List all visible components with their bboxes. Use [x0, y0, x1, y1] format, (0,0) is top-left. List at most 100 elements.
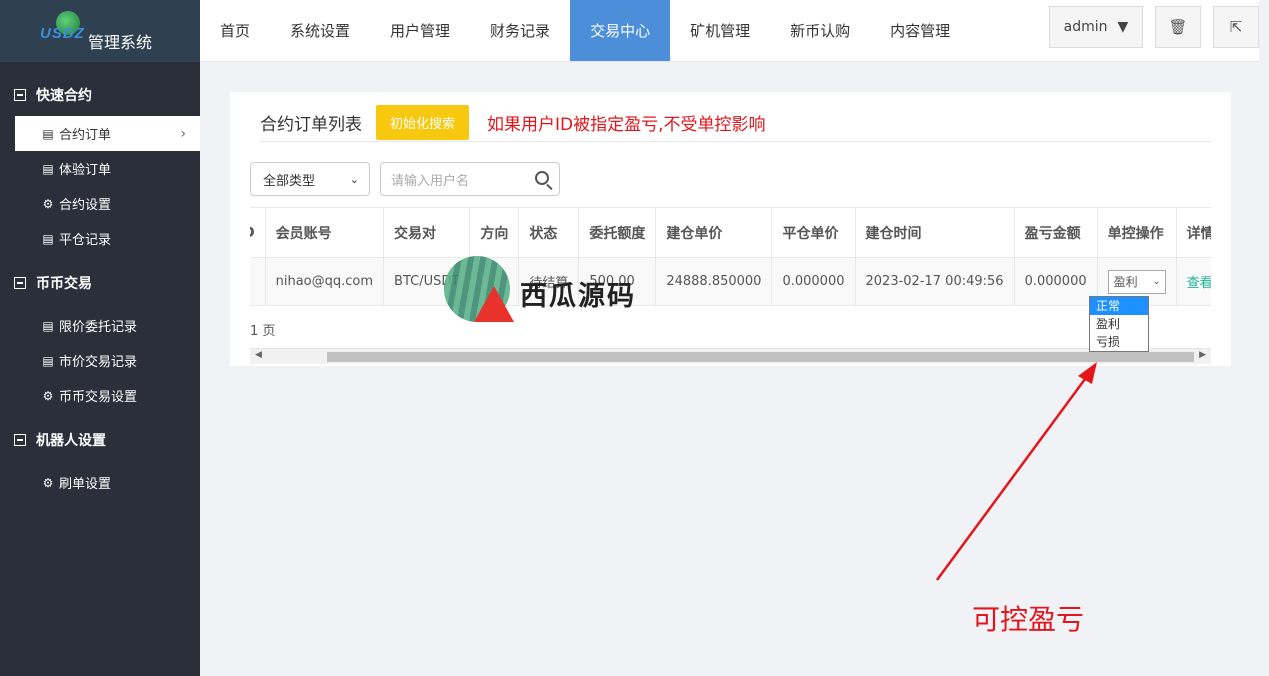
sidebar-item-label: 限价委托记录 [59, 320, 138, 335]
list-icon: ▤ [42, 126, 54, 141]
collapse-icon [14, 277, 26, 289]
gear-icon: ⚙ [42, 475, 54, 490]
col-amount: 委托额度 [578, 207, 657, 258]
cell-open-time: 2023-02-17 00:49:56 [854, 257, 1015, 306]
pagination-info: 1 页 [250, 324, 276, 339]
logo-mark: USDZ [40, 11, 92, 51]
tab-miner-management[interactable]: 矿机管理 [670, 0, 770, 61]
top-nav: 首页 系统设置 用户管理 财务记录 交易中心 矿机管理 新币认购 内容管理 ad… [200, 0, 1259, 62]
sidebar-item-label: 体验订单 [59, 163, 112, 178]
caret-down-icon: ▼ [1117, 19, 1129, 35]
col-status: 状态 [518, 207, 580, 258]
cell-open-price: 24888.850000 [655, 257, 773, 306]
panel-header: 合约订单列表 初始化搜索 如果用户ID被指定盈亏,不受单控影响 [260, 104, 1211, 142]
sidebar-group-label: 币币交易 [36, 276, 92, 292]
orders-table-container: D 会员账号 交易对 方向 状态 委托额度 建仓单价 平仓单价 建仓时间 盈亏金… [250, 207, 1211, 307]
col-pnl: 盈亏金额 [1013, 207, 1098, 258]
cell-pnl: 0.000000 [1013, 257, 1098, 306]
chevron-down-icon: ⌄ [1152, 276, 1161, 287]
sidebar-item-label: 合约设置 [59, 198, 112, 213]
cell-id [250, 257, 266, 306]
user-name: admin [1063, 19, 1108, 35]
search-placeholder: 请输入用户名 [391, 173, 470, 189]
list-icon: ▤ [42, 161, 54, 176]
logout-icon: ⇱ [1229, 18, 1243, 36]
watermelon-slice-icon [474, 286, 514, 322]
gear-icon: ⚙ [42, 388, 54, 403]
cell-close-price: 0.000000 [771, 257, 856, 306]
sidebar-item-label: 合约订单 [59, 128, 112, 143]
sidebar-item-limit-orders[interactable]: ▤ 限价委托记录 [0, 308, 200, 343]
tab-system-settings[interactable]: 系统设置 [270, 0, 370, 61]
sidebar-item-label: 平仓记录 [59, 233, 112, 248]
type-filter-value: 全部类型 [263, 173, 316, 189]
sidebar-group-robot[interactable]: 机器人设置 [0, 419, 200, 461]
orders-table: D 会员账号 交易对 方向 状态 委托额度 建仓单价 平仓单价 建仓时间 盈亏金… [250, 207, 1211, 306]
logo-mark-text: USDZ [40, 25, 85, 42]
collapse-icon [14, 89, 26, 101]
orders-panel: 合约订单列表 初始化搜索 如果用户ID被指定盈亏,不受单控影响 全部类型 ⌄ 请… [230, 92, 1231, 366]
reset-search-button[interactable]: 初始化搜索 [376, 105, 470, 140]
warning-text: 如果用户ID被指定盈亏,不受单控影响 [487, 115, 766, 135]
sidebar-group-coin-trade[interactable]: 币币交易 [0, 262, 200, 304]
sidebar-item-bot-settings[interactable]: ⚙ 刷单设置 [0, 465, 200, 500]
sidebar-item-contract-settings[interactable]: ⚙ 合约设置 [0, 186, 200, 221]
sidebar-item-contract-orders[interactable]: ▤ 合约订单 › [15, 116, 200, 151]
table-header-row: D 会员账号 交易对 方向 状态 委托额度 建仓单价 平仓单价 建仓时间 盈亏金… [250, 207, 1211, 258]
tab-trading-center[interactable]: 交易中心 [570, 0, 671, 61]
scroll-left-icon[interactable]: ◀ [255, 350, 262, 360]
table-row: nihao@qq.com BTC/USDT 待结算 500.00 24888.8… [250, 257, 1211, 306]
sidebar-item-label: 刷单设置 [59, 477, 112, 492]
logo-title: 管理系统 [88, 33, 153, 52]
tab-content-management[interactable]: 内容管理 [870, 0, 970, 61]
col-pair: 交易对 [383, 207, 471, 258]
list-icon: ▤ [42, 231, 54, 246]
col-id: D [250, 207, 266, 258]
col-close-price: 平仓单价 [771, 207, 856, 258]
chevron-down-icon: ⌄ [349, 172, 359, 186]
sidebar-item-label: 市价交易记录 [59, 355, 138, 370]
dropdown-option-normal[interactable]: 正常 [1090, 297, 1148, 315]
view-detail-link[interactable]: 查看 [1187, 276, 1211, 291]
list-icon: ▤ [42, 353, 54, 368]
control-select[interactable]: 盈利 ⌄ [1107, 269, 1166, 294]
control-select-value: 盈利 [1113, 275, 1138, 289]
chevron-right-icon: › [180, 125, 186, 142]
control-dropdown-list: 正常 盈利 亏损 [1089, 296, 1149, 352]
dropdown-option-loss[interactable]: 亏损 [1090, 333, 1148, 351]
search-icon[interactable] [535, 171, 549, 185]
logo: USDZ 管理系统 [0, 0, 200, 62]
clear-cache-button[interactable]: 🗑 [1155, 6, 1201, 48]
watermark: 西瓜源码 [440, 254, 650, 329]
scroll-thumb[interactable] [327, 352, 1194, 362]
dropdown-option-profit[interactable]: 盈利 [1090, 315, 1148, 333]
scroll-right-icon[interactable]: ▶ [1199, 350, 1206, 360]
list-icon: ▤ [42, 318, 54, 333]
sidebar-item-market-trades[interactable]: ▤ 市价交易记录 [0, 343, 200, 378]
tab-new-coin-subscription[interactable]: 新币认购 [770, 0, 870, 61]
tab-home[interactable]: 首页 [200, 0, 270, 61]
col-open-time: 建仓时间 [854, 207, 1015, 258]
horizontal-scrollbar[interactable]: ◀ ▶ [250, 348, 1211, 364]
type-filter-select[interactable]: 全部类型 ⌄ [250, 162, 370, 196]
col-account: 会员账号 [264, 207, 385, 258]
gear-icon: ⚙ [42, 196, 54, 211]
sidebar-item-trial-orders[interactable]: ▤ 体验订单 [0, 151, 200, 186]
cell-account: nihao@qq.com [264, 257, 385, 306]
user-menu-button[interactable]: admin ▼ [1049, 6, 1143, 48]
sidebar-group-contract[interactable]: 快速合约 [0, 74, 200, 116]
sidebar-item-coin-settings[interactable]: ⚙ 币币交易设置 [0, 378, 200, 413]
col-direction: 方向 [469, 207, 520, 258]
page-title: 合约订单列表 [260, 115, 362, 135]
trash-icon: 🗑 [1168, 18, 1188, 36]
col-detail: 详情 [1175, 207, 1211, 258]
tab-finance-records[interactable]: 财务记录 [470, 0, 570, 61]
sidebar: USDZ 管理系统 快速合约 ▤ 合约订单 › ▤ 体验订单 ⚙ 合约设置 ▤ … [0, 0, 200, 676]
sidebar-item-close-records[interactable]: ▤ 平仓记录 [0, 221, 200, 256]
tab-user-management[interactable]: 用户管理 [370, 0, 470, 61]
sidebar-group-label: 机器人设置 [36, 433, 106, 449]
sidebar-group-label: 快速合约 [36, 88, 92, 104]
username-search-input[interactable]: 请输入用户名 [380, 162, 560, 196]
logout-button[interactable]: ⇱ [1213, 6, 1259, 48]
collapse-icon [14, 434, 26, 446]
